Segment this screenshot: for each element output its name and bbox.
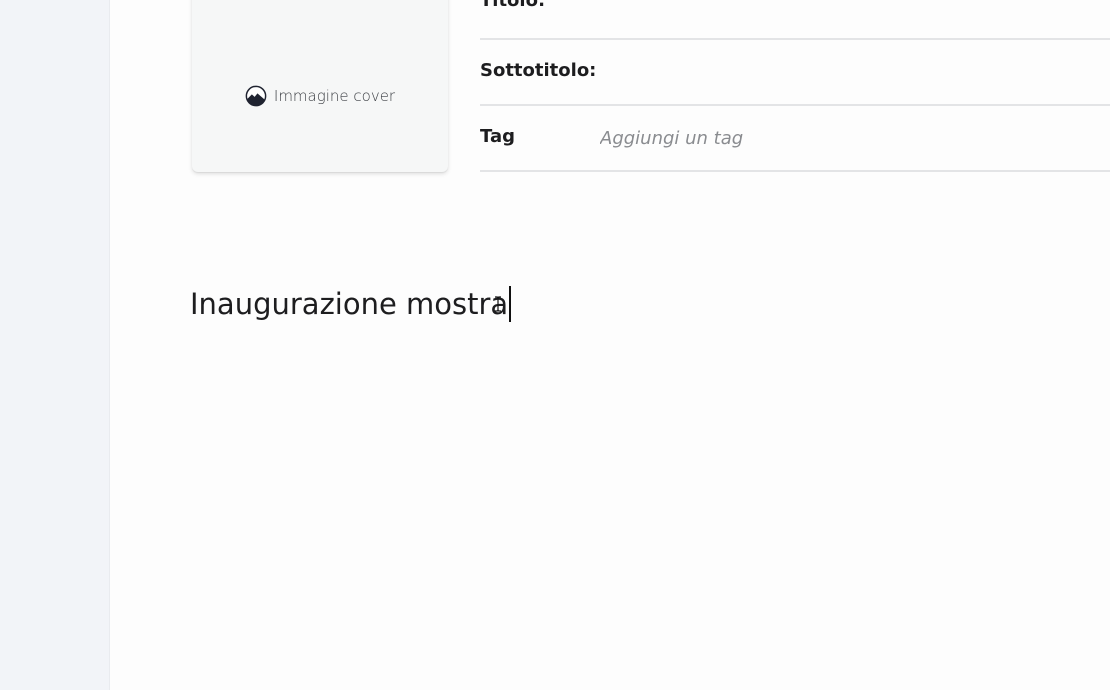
left-sidebar-rail xyxy=(0,0,110,690)
sottotitolo-label: Sottotitolo: xyxy=(480,60,597,81)
mountain-image-icon xyxy=(245,85,267,107)
tag-row: Tag xyxy=(480,106,1110,172)
cover-image-label: Immagine cover xyxy=(273,87,396,105)
tag-label: Tag xyxy=(480,126,515,147)
sottotitolo-input[interactable] xyxy=(600,56,1110,88)
body-text: Inaugurazione mostra xyxy=(190,287,509,321)
titolo-label: Titolo: xyxy=(480,0,546,11)
sottotitolo-row: Sottotitolo: xyxy=(480,40,1110,106)
tag-input[interactable] xyxy=(600,122,1110,154)
text-caret xyxy=(509,286,512,322)
titolo-row: Titolo: xyxy=(480,0,1110,40)
cover-image-upload[interactable]: Immagine cover xyxy=(192,0,448,172)
cover-image-content: Immagine cover xyxy=(245,85,395,107)
text-cursor-icon xyxy=(493,296,503,312)
body-text-editor[interactable]: Inaugurazione mostra xyxy=(190,282,1090,326)
